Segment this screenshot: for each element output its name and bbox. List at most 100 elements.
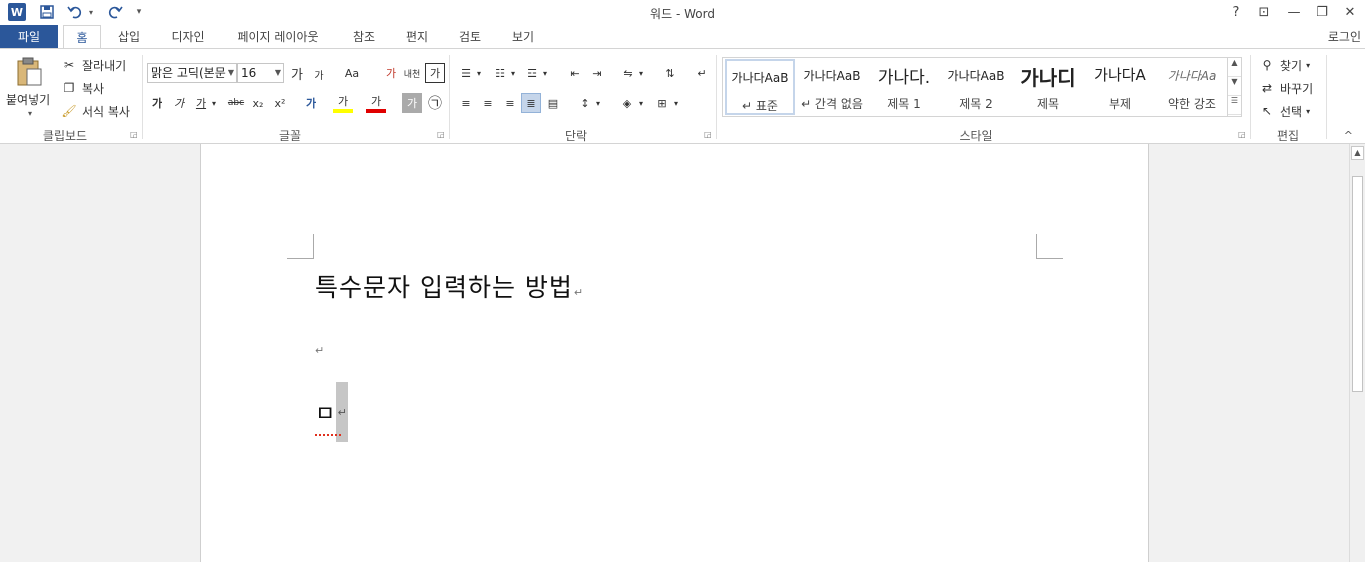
highlight-button[interactable]: 가 [333,93,353,113]
tab-design[interactable]: 디자인 [164,25,212,49]
change-case-button[interactable]: Aa [338,63,366,83]
character-shading-button[interactable]: 가 [402,93,422,113]
paste-dropdown-icon[interactable]: ▾ [28,109,32,118]
text-effects-button[interactable]: 가 [301,93,321,113]
chevron-down-icon[interactable]: ▾ [540,63,550,83]
format-painter-button[interactable]: 🖌 서식 복사 [60,102,130,120]
find-label: 찾기 [1280,58,1303,73]
italic-button[interactable]: 가 [169,93,189,113]
style-subtle-emphasis[interactable]: 가나다Aa 약한 강조 [1157,59,1227,115]
align-left-icon[interactable]: ≡ [456,93,476,113]
styles-gallery-scroll[interactable]: ▲ ▼ ☰ [1227,58,1241,116]
underline-button[interactable]: 가 [191,93,211,113]
tab-view[interactable]: 보기 [504,25,542,49]
style-normal[interactable]: 가나다AaB ↵ 표준 [725,59,795,115]
find-button[interactable]: ⚲ 찾기 ▾ [1258,56,1311,74]
cut-button[interactable]: ✂ 잘라내기 [60,56,126,74]
tab-review[interactable]: 검토 [451,25,489,49]
style-heading-1[interactable]: 가나다. 제목 1 [869,59,939,115]
borders-icon[interactable]: ⊞ [652,93,672,113]
symbol-paragraph[interactable]: ㅁ ↵ [315,382,349,442]
styles-launcher-icon[interactable]: ◲ [1238,130,1246,139]
chevron-down-icon[interactable]: ▾ [636,93,646,113]
gallery-down-icon[interactable]: ▼ [1228,77,1241,96]
help-button[interactable]: ? [1222,2,1250,22]
chevron-down-icon[interactable]: ▾ [508,63,518,83]
tab-file[interactable]: 파일 [0,25,58,49]
justify-icon[interactable]: ≣ [521,93,541,113]
show-formatting-marks-icon[interactable]: ↵ [692,63,712,83]
tab-references[interactable]: 참조 [345,25,383,49]
font-size-combo[interactable]: 16 ▼ [237,63,284,83]
numbering-icon[interactable]: ☷ [490,63,510,83]
clear-formatting-button[interactable]: 가 [381,63,401,83]
gallery-more-icon[interactable]: ☰ [1228,96,1241,115]
chevron-down-icon[interactable]: ▾ [1306,107,1310,116]
paragraph-group-label: 단락 [564,129,588,143]
clipboard-launcher-icon[interactable]: ◲ [130,130,138,139]
minimize-button[interactable]: — [1280,2,1308,22]
enclose-characters-button[interactable]: ㉠ [425,93,445,113]
chevron-down-icon[interactable]: ▼ [228,64,234,82]
style-heading-2[interactable]: 가나다AaB 제목 2 [941,59,1011,115]
tab-insert[interactable]: 삽입 [110,25,148,49]
character-border-button[interactable]: 가 [425,63,445,83]
bullets-icon[interactable]: ☰ [456,63,476,83]
replace-button[interactable]: ⇄ 바꾸기 [1258,79,1313,97]
tab-mailings[interactable]: 편지 [398,25,436,49]
chevron-down-icon[interactable]: ▾ [474,63,484,83]
paste-button[interactable]: 붙여넣기 ▾ [6,55,54,118]
style-title[interactable]: 가나디 제목 [1013,59,1083,115]
empty-paragraph[interactable]: ↵ [315,344,324,357]
shading-bucket-icon[interactable]: ◈ [617,93,637,113]
bold-button[interactable]: 가 [147,93,167,113]
scroll-up-icon[interactable]: ▲ [1351,146,1364,160]
paste-icon [17,57,42,86]
close-button[interactable]: ✕ [1336,2,1364,22]
strikethrough-button[interactable]: abc [224,93,248,113]
restore-button[interactable]: ❐ [1308,2,1336,22]
tab-home[interactable]: 홈 [63,25,101,50]
style-no-spacing[interactable]: 가나다AaB ↵ 간격 없음 [797,59,867,115]
chevron-down-icon[interactable]: ▾ [1306,61,1310,70]
collapse-ribbon-icon[interactable]: ^ [1344,129,1353,142]
chevron-down-icon[interactable]: ▾ [593,93,603,113]
text-direction-icon[interactable]: ⇋ [618,63,638,83]
chevron-down-icon[interactable]: ▾ [636,63,646,83]
document-page[interactable]: 특수문자 입력하는 방법↵ ↵ ㅁ ↵ [200,144,1149,562]
style-subtitle[interactable]: 가나다A 부제 [1085,59,1155,115]
sign-in-link[interactable]: 로그인 [1328,28,1361,45]
select-button[interactable]: ↖ 선택 ▾ [1258,102,1310,120]
distributed-icon[interactable]: ▤ [543,93,563,113]
underline-dropdown-icon[interactable]: ▾ [209,93,219,113]
font-color-button[interactable]: 가 [366,93,386,113]
line-spacing-icon[interactable]: ↕ [575,93,595,113]
chevron-down-icon[interactable]: ▾ [671,93,681,113]
font-name-combo[interactable]: 맑은 고딕(본문 ▼ [147,63,237,83]
align-center-icon[interactable]: ≡ [478,93,498,113]
grow-font-button[interactable]: 가 [287,63,307,83]
sort-icon[interactable]: ⇅ [660,63,680,83]
phonetic-guide-button[interactable]: 내천 [402,63,422,83]
subscript-button[interactable]: x₂ [248,93,268,113]
scissors-icon: ✂ [63,58,75,72]
tab-page-layout[interactable]: 페이지 레이아웃 [228,25,328,49]
ribbon-display-options-button[interactable]: ⊡ [1250,2,1278,22]
paragraph-launcher-icon[interactable]: ◲ [704,130,712,139]
align-right-icon[interactable]: ≡ [500,93,520,113]
font-size-value: 16 [241,66,257,80]
style-name: 약한 강조 [1168,97,1216,111]
gallery-up-icon[interactable]: ▲ [1228,58,1241,77]
chevron-down-icon[interactable]: ▼ [275,64,281,82]
decrease-indent-icon[interactable]: ⇤ [565,63,585,83]
copy-button[interactable]: ❐ 복사 [60,79,104,97]
shrink-font-button[interactable]: 가 [309,64,329,84]
scroll-thumb[interactable] [1352,176,1363,392]
font-launcher-icon[interactable]: ◲ [437,130,445,139]
document-heading[interactable]: 특수문자 입력하는 방법↵ [315,268,584,304]
vertical-scrollbar[interactable]: ▲ [1349,144,1365,562]
multilevel-list-icon[interactable]: ☲ [522,63,542,83]
increase-indent-icon[interactable]: ⇥ [587,63,607,83]
superscript-button[interactable]: x² [270,93,290,113]
symbol-character[interactable]: ㅁ [315,396,341,436]
